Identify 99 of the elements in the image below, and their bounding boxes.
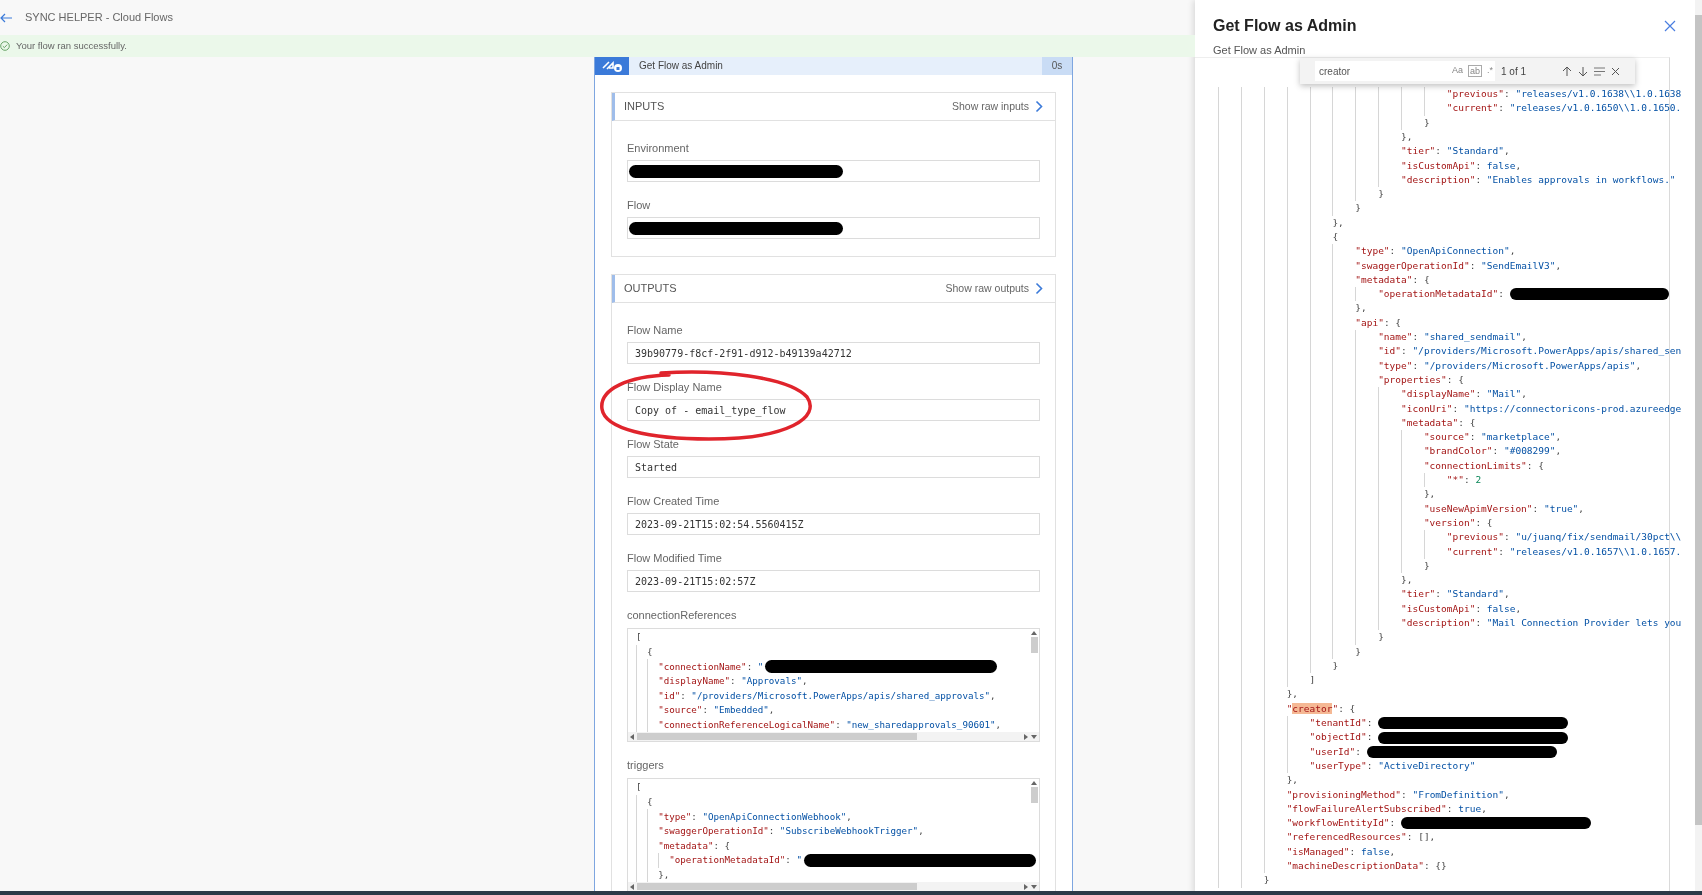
code-line: [ (636, 630, 642, 645)
code-line: "workflowEntityId": (1286, 816, 1397, 831)
code-line: "objectId": (1309, 730, 1374, 745)
code-line: "previous": "releases/v1.0.1638\\1.0.1638 (1446, 87, 1682, 101)
code-line: "version": { (1423, 515, 1493, 530)
code-line: "tenantId": (1309, 716, 1374, 731)
code-line: }, (1286, 773, 1299, 788)
code-line: "description": "Enables approvals in workflows." (1401, 172, 1676, 187)
code-line: }, (1423, 487, 1436, 502)
field-label: Flow (627, 199, 652, 212)
field-label: Flow Display Name (627, 381, 723, 394)
code-line: "current": "releases/v1.0.1650\\1.0.1650. (1446, 101, 1682, 116)
field-label: Flow Modified Time (627, 552, 723, 565)
code-line: }, (1401, 129, 1413, 144)
code-line: { (647, 645, 653, 659)
code-line: "isManaged": false, (1286, 844, 1396, 859)
code-line: } (1378, 630, 1384, 645)
code-line: "referencedResources": [], (1286, 830, 1436, 845)
field-label: connectionReferences (627, 609, 738, 622)
code-line: }, (1332, 215, 1344, 230)
code-line: "isCustomApi": false, (1401, 158, 1522, 173)
code-line: "metadata": { (658, 838, 731, 853)
section-title: OUTPUTS (624, 281, 677, 297)
code-line: } (1423, 558, 1430, 573)
code-line: "metadata": { (1401, 415, 1476, 430)
code-line: "displayName": "Mail", (1401, 387, 1527, 402)
code-line: "id": "/providers/Microsoft.PowerApps/apis/shared_approvals", (658, 688, 996, 703)
code-line: "userType": "ActiveDirectory" (1309, 758, 1476, 773)
code-line: "type": "OpenApiConnectionWebhook", (658, 809, 852, 824)
banner-message: Your flow ran successfully. (16, 38, 127, 53)
field-label: Flow Created Time (627, 495, 721, 508)
show-raw-link[interactable]: Show raw inputs (951, 98, 1043, 115)
code-line: "previous": "u/juanq/fix/sendmail/30pct\\ (1446, 530, 1682, 545)
find-option-toggle[interactable]: Aa (1451, 64, 1463, 78)
find-option-toggle[interactable]: ab (1467, 65, 1482, 77)
output-field: Copy of - email_type_flow (627, 399, 1040, 421)
code-line: "creator": { (1286, 701, 1356, 716)
show-raw-link[interactable]: Show raw outputs (945, 280, 1043, 297)
field-label: triggers (627, 759, 665, 772)
code-line: "connectionName": " (658, 659, 764, 674)
code-line: "type": "/providers/Microsoft.PowerApps/apis", (1378, 358, 1642, 373)
code-line: "source": "Embedded", (658, 703, 775, 718)
code-line: "swaggerOperationId": "SubscribeWebhookTrigger", (658, 824, 924, 838)
code-line: "api": { (1355, 315, 1402, 330)
code-line: "useNewApimVersion": "true", (1423, 501, 1585, 516)
panel-title: Get Flow as Admin (1213, 16, 1357, 36)
code-line: "*": 2 (1446, 473, 1482, 488)
code-line: "description": "Mail Connection Provider lets you (1401, 616, 1682, 630)
match-count: 1 of 1 (1501, 64, 1527, 79)
code-line: "provisioningMethod": "FromDefinition", (1286, 787, 1510, 802)
find-input[interactable]: creator Aa ab .* (1315, 61, 1495, 81)
find-option-toggle[interactable]: .* (1487, 64, 1493, 78)
code-line: ] (1309, 673, 1316, 688)
code-line: "operationMetadataId": (1378, 287, 1505, 302)
code-line: }, (1355, 301, 1367, 316)
code-line: "displayName": "Approvals", (658, 674, 808, 688)
code-line: { (1332, 230, 1339, 244)
code-line: "tier": "Standard", (1401, 144, 1510, 159)
code-line: "machineDescriptionData": {} (1286, 859, 1447, 874)
code-line: "brandColor": "#008299", (1423, 444, 1562, 459)
code-line: "properties": { (1378, 372, 1464, 387)
code-line: "type": "OpenApiConnection", (1355, 244, 1516, 259)
output-field: 2023-09-21T15:02:57Z (627, 570, 1040, 592)
code-line: "userId": (1309, 744, 1362, 759)
code-line: "iconUri": "https://connectoricons-prod.azureedge (1401, 401, 1682, 416)
output-field: 2023-09-21T15:02:54.5560415Z (627, 513, 1040, 535)
code-line: } (1355, 644, 1361, 659)
code-line: "swaggerOperationId": "SendEmailV3", (1355, 258, 1562, 273)
code-line: "isCustomApi": false, (1401, 601, 1522, 616)
code-line: "current": "releases/v1.0.1657\\1.0.1657. (1446, 544, 1682, 559)
output-field: Started (627, 456, 1040, 478)
code-line: }, (1401, 573, 1413, 588)
code-line: "source": "marketplace", (1423, 430, 1562, 445)
code-line: "tier": "Standard", (1401, 587, 1510, 602)
field-label: Flow State (627, 438, 680, 451)
field-label: Flow Name (627, 324, 684, 337)
code-line: }, (1286, 687, 1299, 702)
code-line: } (1423, 115, 1430, 130)
code-line: }, (658, 867, 670, 882)
panel-subtitle: Get Flow as Admin (1213, 43, 1307, 58)
code-line: } (1332, 658, 1339, 673)
card-title: Get Flow as Admin (638, 59, 724, 73)
code-line: "connectionReferenceLogicalName": "new_sharedapprovals_90601", (658, 717, 1002, 732)
code-line: [ (636, 780, 642, 795)
duration-badge: 0s (1042, 57, 1072, 75)
code-line: "name": "shared_sendmail", (1378, 330, 1527, 345)
field-label: Environment (627, 142, 690, 155)
output-field: 39b90779-f8cf-2f91-d912-b49139a42712 (627, 342, 1040, 364)
code-line: } (1355, 201, 1361, 216)
code-line: "connectionLimits": { (1423, 458, 1544, 473)
page-title: SYNC HELPER - Cloud Flows (25, 10, 173, 26)
code-line: { (647, 795, 653, 809)
code-line: "flowFailureAlertSubscribed": true, (1286, 801, 1487, 816)
section-title: INPUTS (624, 99, 665, 115)
code-line: "metadata": { (1355, 272, 1430, 287)
code-line: "id": "/providers/Microsoft.PowerApps/apis/shared_sen (1378, 344, 1682, 359)
code-line: } (1378, 187, 1384, 202)
code-line: "operationMetadataId": " (669, 853, 802, 868)
code-line: } (1263, 873, 1270, 888)
